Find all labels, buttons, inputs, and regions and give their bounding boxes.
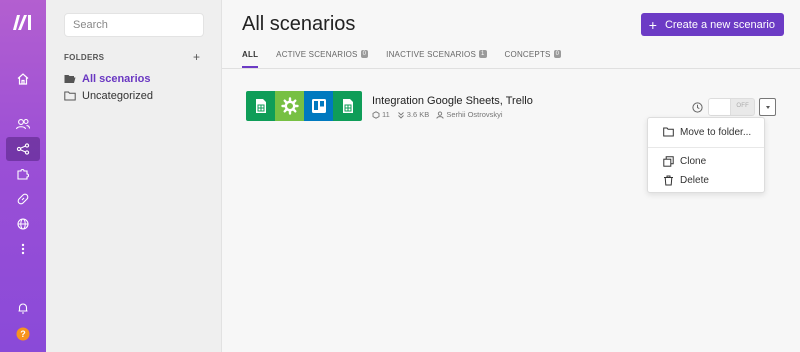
scenario-on-off-toggle[interactable]: OFF xyxy=(708,98,755,116)
folder-open-icon xyxy=(64,75,76,83)
operations-stat: 11 xyxy=(372,110,390,119)
count-badge: 1 xyxy=(479,50,487,58)
home-icon[interactable] xyxy=(0,67,46,91)
tools-icon xyxy=(275,91,304,121)
plus-icon: + xyxy=(648,16,657,33)
search-input[interactable] xyxy=(64,13,204,37)
data-transfer-stat: 3.6 KB xyxy=(397,110,430,119)
make-logo-icon[interactable] xyxy=(12,12,34,32)
folder-icon xyxy=(663,127,674,137)
clone-icon xyxy=(663,155,674,167)
menu-item-delete[interactable]: Delete xyxy=(663,173,709,187)
add-folder-button[interactable]: + xyxy=(193,51,200,63)
menu-item-clone[interactable]: Clone xyxy=(663,154,706,168)
owner-stat: Serhii Ostrovskyi xyxy=(436,110,503,119)
tab-label: INACTIVE SCENARIOS xyxy=(386,50,476,59)
operations-count: 11 xyxy=(382,110,390,119)
scenario-app-icons[interactable] xyxy=(246,91,362,121)
connections-icon[interactable] xyxy=(0,187,46,211)
google-sheets-icon xyxy=(246,91,275,121)
trello-icon xyxy=(304,91,333,121)
scenario-name-link[interactable]: Integration Google Sheets, Trello xyxy=(372,95,533,107)
tabs-divider xyxy=(222,68,800,69)
count-badge: 0 xyxy=(360,50,369,58)
tab-label: ALL xyxy=(242,50,259,59)
webhooks-icon[interactable] xyxy=(0,212,46,236)
menu-divider xyxy=(648,147,764,148)
tab-label: ACTIVE SCENARIOS xyxy=(276,50,358,59)
help-icon[interactable]: ? xyxy=(0,322,46,346)
scenario-options-menu: Move to folder... Clone Delete xyxy=(647,117,765,193)
team-icon[interactable] xyxy=(0,112,46,136)
folders-header: FOLDERS + xyxy=(64,51,200,63)
scenario-tabs: ALL ACTIVE SCENARIOS 0 INACTIVE SCENARIO… xyxy=(242,50,579,68)
toggle-knob xyxy=(709,99,731,115)
count-badge: 0 xyxy=(553,50,562,58)
user-icon xyxy=(436,110,444,119)
scenario-options-dropdown-button[interactable] xyxy=(759,98,776,116)
data-transfer-icon xyxy=(397,111,404,119)
trash-icon xyxy=(664,175,673,185)
scenario-meta: 11 3.6 KB Serhii Ostrovskyi xyxy=(372,110,510,119)
menu-item-move-to-folder[interactable]: Move to folder... xyxy=(663,125,751,139)
apps-icon[interactable] xyxy=(0,162,46,186)
caret-down-icon xyxy=(765,105,770,109)
menu-item-label: Move to folder... xyxy=(680,126,752,138)
notifications-icon[interactable] xyxy=(0,296,46,320)
page-title: All scenarios xyxy=(242,13,356,35)
owner-name: Serhii Ostrovskyi xyxy=(446,110,503,119)
folder-item-uncategorized[interactable]: Uncategorized xyxy=(64,88,153,104)
folders-heading: FOLDERS xyxy=(64,52,105,62)
folder-icon xyxy=(64,91,76,101)
tab-label: CONCEPTS xyxy=(504,50,551,59)
folder-item-all-scenarios[interactable]: All scenarios xyxy=(64,71,150,87)
create-scenario-button[interactable]: + Create a new scenario xyxy=(640,13,784,36)
more-icon[interactable] xyxy=(0,237,46,261)
create-scenario-label: Create a new scenario xyxy=(664,18,775,31)
menu-item-label: Delete xyxy=(680,174,709,186)
tab-active-scenarios[interactable]: ACTIVE SCENARIOS 0 xyxy=(276,50,369,68)
operations-icon xyxy=(372,110,380,119)
tab-concepts[interactable]: CONCEPTS 0 xyxy=(505,50,562,68)
tab-all[interactable]: ALL xyxy=(242,50,259,68)
tab-inactive-scenarios[interactable]: INACTIVE SCENARIOS 1 xyxy=(386,50,487,68)
svg-text:?: ? xyxy=(20,329,26,339)
scenarios-icon[interactable] xyxy=(6,137,40,161)
data-size: 3.6 KB xyxy=(406,110,430,119)
app-rail: ? xyxy=(0,0,46,352)
schedule-clock-icon[interactable] xyxy=(692,100,703,118)
menu-item-label: Clone xyxy=(680,155,707,167)
folder-label: All scenarios xyxy=(82,73,151,85)
google-sheets-icon xyxy=(333,91,362,121)
folder-label: Uncategorized xyxy=(82,90,153,102)
folders-panel: FOLDERS + All scenarios Uncategorized xyxy=(46,0,222,352)
main-content: All scenarios + Create a new scenario AL… xyxy=(222,0,800,352)
toggle-state-label: OFF xyxy=(736,103,749,109)
